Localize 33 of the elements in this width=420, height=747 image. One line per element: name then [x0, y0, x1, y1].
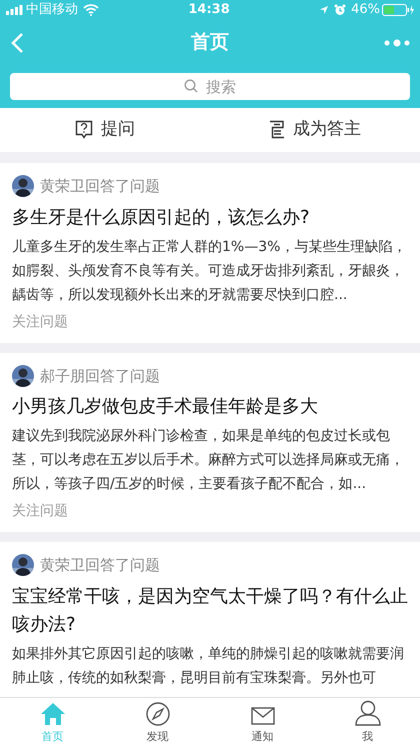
question-title[interactable]: 宝宝经常干咳，是因为空气太干燥了吗？有什么止咳办法?: [12, 582, 408, 638]
battery-icon: [382, 4, 414, 16]
tab-bar-item[interactable]: 发现: [105, 698, 210, 747]
tab-bar-item[interactable]: 我: [315, 698, 420, 747]
signal-icon: [6, 5, 23, 15]
location-icon: [319, 5, 330, 15]
carrier-name: 中国移动: [26, 1, 78, 20]
ask-question-button[interactable]: 提问: [0, 108, 210, 152]
home-icon: [40, 702, 66, 726]
answer-excerpt[interactable]: 儿童多生牙的发生率占正常人群的1%—3%，与某些生理缺陷，如腭裂、头颅发育不良等有关。可造成牙齿排列紊乱，牙龈炎，龋齿等，所以发现额外长出来的牙就需要尽快到口腔...: [12, 234, 408, 306]
search-field[interactable]: 搜索: [10, 73, 410, 100]
become-answerer-button[interactable]: 成为答主: [210, 108, 420, 152]
envelope-icon: [250, 706, 274, 726]
battery-percent: 46%: [351, 1, 380, 20]
person-icon: [354, 700, 380, 726]
search-icon: [184, 79, 198, 93]
more-icon: [384, 38, 410, 46]
question-bubble-icon: [75, 120, 93, 140]
answer-excerpt[interactable]: 如果排外其它原因引起的咳嗽，单纯的肺燥引起的咳嗽就需要润肺止咳，传统的如秋梨膏，昆明目前有宝珠梨膏。另外也可: [12, 642, 408, 690]
clock-time: 14:38: [188, 1, 230, 20]
back-icon: [10, 32, 24, 54]
answer-author: 黄荣卫回答了问题: [40, 555, 160, 576]
page-title: 首页: [191, 30, 229, 56]
answer-author: 郝子朋回答了问题: [40, 366, 160, 386]
alarm-icon: [334, 4, 346, 16]
question-title[interactable]: 小男孩几岁做包皮手术最佳年龄是多大: [12, 393, 408, 421]
answer-author: 黄荣卫回答了问题: [40, 176, 160, 197]
document-icon: [269, 120, 285, 140]
wifi-icon: [83, 4, 99, 16]
tab-bar-item[interactable]: 通知: [210, 698, 315, 747]
question-title[interactable]: 多生牙是什么原因引起的，该怎么办?: [12, 204, 408, 232]
answer-excerpt[interactable]: 建议先到我院泌尿外科门诊检查，如果是单纯的包皮过长或包茎，可以考虑在五岁以后手术。麻醉方式可以选择局麻或无痛，所以，等孩子四/五岁的时候，主要看孩子配不配合，如...: [12, 424, 408, 496]
compass-icon: [146, 702, 170, 726]
